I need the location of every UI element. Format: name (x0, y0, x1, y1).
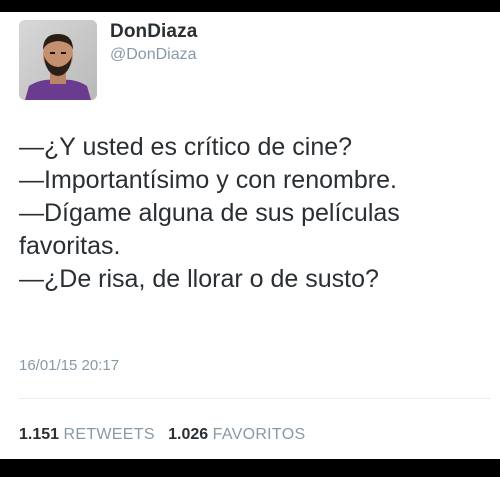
retweets-stat[interactable]: 1.151 RETWEETS (19, 426, 159, 443)
avatar[interactable] (19, 20, 97, 100)
tweet-line: —¿Y usted es crítico de cine? (19, 133, 353, 161)
favorites-label: FAVORITOS (212, 426, 306, 443)
divider (19, 398, 490, 399)
favorites-stat[interactable]: 1.026 FAVORITOS (168, 426, 305, 443)
author-display-name[interactable]: DonDiaza (110, 21, 197, 43)
tweet-timestamp[interactable]: 16/01/15 20:17 (19, 357, 119, 374)
tweet-line: —Dígame alguna de sus películas (19, 199, 400, 227)
retweets-label: RETWEETS (63, 426, 155, 443)
favorites-count: 1.026 (168, 426, 209, 443)
bottom-frame-bar (0, 459, 500, 477)
tweet-line: favoritas. (19, 232, 121, 260)
profile-photo-icon (19, 20, 97, 100)
retweets-count: 1.151 (19, 426, 60, 443)
tweet-card: DonDiaza @DonDiaza —¿Y usted es crítico … (0, 12, 500, 459)
tweet-stats: 1.151 RETWEETS 1.026 FAVORITOS (19, 426, 305, 444)
top-frame-bar (0, 0, 500, 12)
tweet-text: —¿Y usted es crítico de cine? —Important… (19, 131, 494, 296)
tweet-line: —¿De risa, de llorar o de susto? (19, 265, 379, 293)
author-handle[interactable]: @DonDiaza (110, 46, 197, 64)
tweet-line: —Importantísimo y con renombre. (19, 166, 397, 194)
